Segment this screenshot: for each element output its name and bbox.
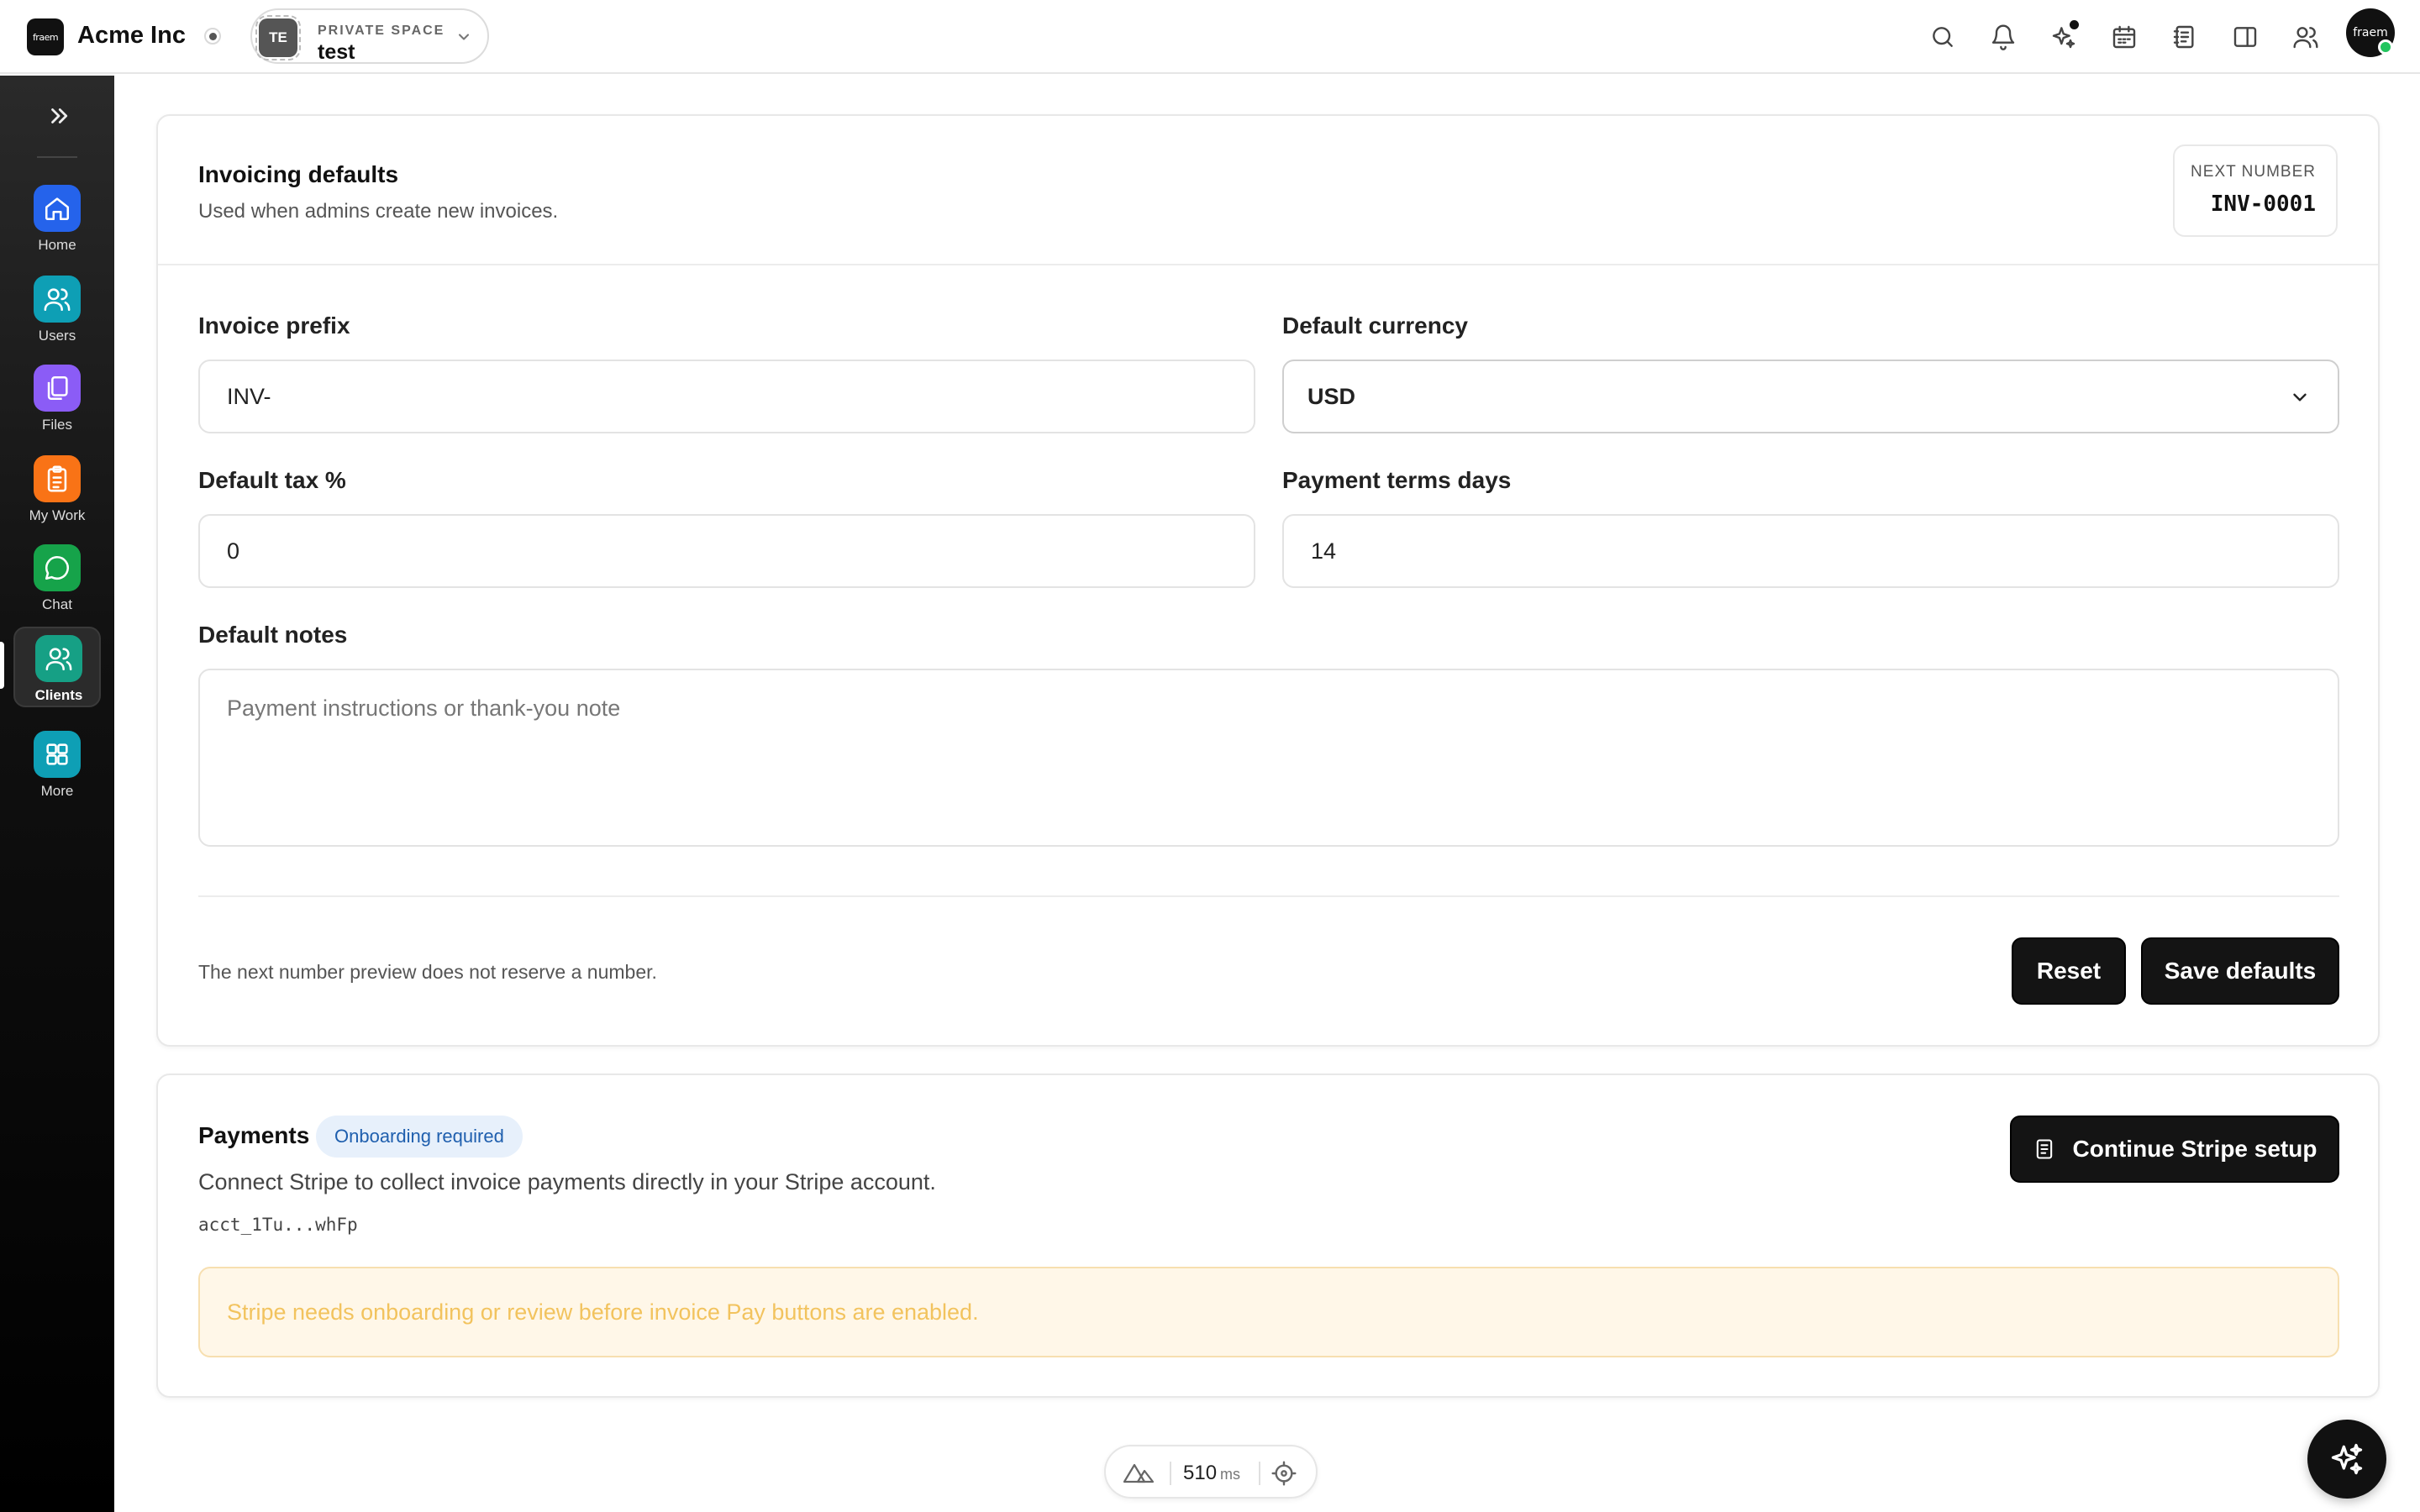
payments-description: Connect Stripe to collect invoice paymen…: [198, 1169, 936, 1194]
default-currency-select[interactable]: USD: [1282, 360, 2339, 433]
section-title: Invoicing defaults: [198, 161, 399, 187]
sidebar-item-chat[interactable]: Chat: [13, 538, 101, 618]
brand-logo[interactable]: fraem: [27, 18, 64, 55]
notebook-icon[interactable]: [2168, 20, 2202, 54]
active-indicator: [0, 642, 4, 689]
calendar-icon[interactable]: [2107, 20, 2141, 54]
payments-card: Payments Onboarding required Connect Str…: [156, 1074, 2380, 1398]
users-icon: [34, 276, 81, 323]
clipboard-icon: [34, 455, 81, 502]
section-subtitle: Used when admins create new invoices.: [198, 200, 559, 223]
crosshair-icon[interactable]: [1270, 1460, 1297, 1491]
status-badge: Onboarding required: [316, 1116, 523, 1158]
selected-currency: USD: [1307, 383, 1356, 409]
sidebar-item-home[interactable]: Home: [13, 178, 101, 259]
perf-separator: [1259, 1462, 1260, 1485]
sparkles-icon[interactable]: [2047, 20, 2081, 54]
default-notes-label: Default notes: [198, 622, 348, 648]
perf-value: 510 ms: [1183, 1462, 1241, 1484]
sidebar-divider: [37, 156, 77, 158]
online-status-dot: [2378, 39, 2393, 55]
sidebar-item-label: More: [40, 783, 74, 799]
sidebar-item-label: Users: [38, 328, 76, 344]
next-number-label: NEXT NUMBER: [2191, 163, 2316, 181]
search-icon[interactable]: [1926, 20, 1960, 54]
save-defaults-button[interactable]: Save defaults: [2141, 937, 2339, 1005]
next-number-footnote: The next number preview does not reserve…: [198, 961, 657, 983]
perf-separator: [1170, 1462, 1171, 1485]
stripe-account-id: acct_1Tu...whFp: [198, 1215, 358, 1235]
continue-stripe-setup-button[interactable]: Continue Stripe setup: [2010, 1116, 2339, 1183]
default-tax-label: Default tax %: [198, 467, 346, 493]
sidebar-item-files[interactable]: Files: [13, 358, 101, 438]
chevron-down-icon: [455, 29, 472, 50]
workspace-name[interactable]: Acme Inc: [77, 22, 186, 50]
expand-sidebar-icon[interactable]: [42, 99, 76, 133]
home-icon: [34, 185, 81, 232]
sidebar-item-label: Chat: [42, 596, 72, 612]
payment-terms-input[interactable]: 14: [1282, 514, 2339, 588]
invoicing-defaults-card: Invoicing defaults Used when admins crea…: [156, 114, 2380, 1047]
files-icon: [34, 365, 81, 412]
sidebar-item-more[interactable]: More: [13, 724, 101, 805]
document-icon: [2036, 1139, 2052, 1159]
top-bar: fraem Acme Inc TE PRIVATE SPACE test fra…: [0, 0, 2420, 74]
next-number-box: NEXT NUMBER INV-0001: [2173, 144, 2338, 237]
default-tax-input[interactable]: 0: [198, 514, 1255, 588]
chevron-down-icon: [2289, 386, 2311, 414]
sidebar: Home Users Files My Work Chat Clients Mo…: [0, 76, 114, 1512]
payments-title: Payments: [198, 1122, 310, 1148]
chat-icon: [34, 544, 81, 591]
sidebar-item-label: Files: [42, 417, 72, 433]
continue-stripe-setup-label: Continue Stripe setup: [2072, 1136, 2317, 1162]
sidebar-item-label: My Work: [29, 507, 86, 523]
payment-terms-label: Payment terms days: [1282, 467, 1512, 493]
sparkles-icon: [2331, 1443, 2363, 1475]
space-switcher[interactable]: TE PRIVATE SPACE test: [250, 8, 489, 64]
panel-icon[interactable]: [2228, 20, 2262, 54]
default-currency-label: Default currency: [1282, 312, 1468, 339]
sidebar-item-users[interactable]: Users: [13, 269, 101, 349]
next-number-value: INV-0001: [2210, 192, 2316, 217]
default-notes-textarea[interactable]: Payment instructions or thank-you note: [198, 669, 2339, 847]
space-name: test: [318, 40, 355, 64]
invoice-prefix-input[interactable]: INV-: [198, 360, 1255, 433]
ai-assistant-button[interactable]: [2307, 1420, 2386, 1499]
users-icon[interactable]: [2289, 20, 2323, 54]
stripe-warning-alert: Stripe needs onboarding or review before…: [198, 1267, 2339, 1357]
space-kicker: PRIVATE SPACE: [318, 24, 445, 38]
mountain-logo-icon: [1123, 1460, 1155, 1489]
space-avatar: TE: [255, 15, 301, 60]
form-divider: [198, 895, 2339, 897]
reset-button[interactable]: Reset: [2012, 937, 2126, 1005]
performance-indicator[interactable]: 510 ms: [1104, 1445, 1318, 1499]
grid-icon: [34, 731, 81, 778]
sidebar-item-my-work[interactable]: My Work: [13, 449, 101, 529]
clients-icon: [35, 635, 82, 682]
card-divider: [158, 264, 2378, 265]
bell-icon[interactable]: [1986, 20, 2020, 54]
sidebar-item-clients[interactable]: Clients: [13, 627, 101, 707]
notification-dot: [2070, 20, 2079, 29]
status-dot: [204, 28, 221, 45]
invoice-prefix-label: Invoice prefix: [198, 312, 350, 339]
sidebar-item-label: Clients: [34, 687, 83, 703]
sidebar-item-label: Home: [38, 237, 76, 253]
